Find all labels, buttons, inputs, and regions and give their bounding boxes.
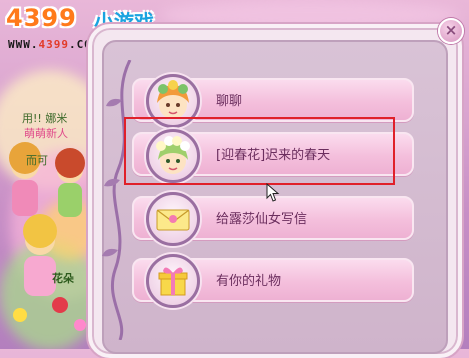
background-characters	[9, 142, 86, 331]
area-label: 花朵	[52, 272, 74, 285]
logo-number: 4399	[6, 4, 77, 32]
menu-item-label: 有你的礼物	[216, 274, 282, 289]
letter-icon	[146, 192, 200, 246]
player-label: 而可	[26, 154, 48, 167]
menu-item-label: 给露莎仙女写信	[216, 212, 308, 227]
selection-highlight-box	[124, 117, 395, 185]
menu-item-label: 聊聊	[216, 94, 243, 109]
close-icon: ×	[444, 21, 458, 39]
gift-icon	[146, 254, 200, 308]
player-status-label: 萌萌新人	[24, 127, 68, 140]
close-button[interactable]: ×	[438, 18, 464, 44]
mouse-cursor-icon	[266, 183, 280, 202]
player-name-label: 用!! 娜米	[22, 112, 68, 125]
logo-url: WWW.4399.COM	[8, 38, 100, 51]
